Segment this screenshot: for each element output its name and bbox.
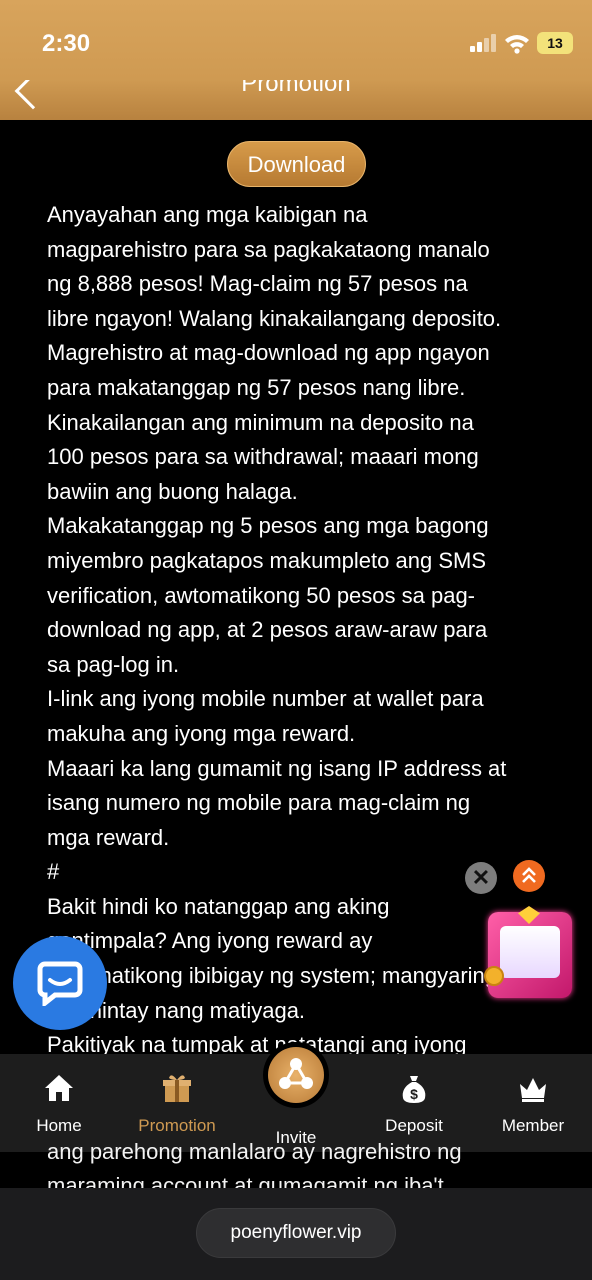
wifi-icon	[505, 35, 529, 54]
nav-member-label: Member	[501, 1116, 565, 1135]
signal-icon	[470, 34, 496, 52]
nav-invite[interactable]	[263, 1042, 329, 1108]
nav-promotion-label: Promotion	[138, 1116, 216, 1135]
crown-icon	[520, 1078, 546, 1102]
status-time: 2:30	[42, 30, 91, 57]
status-bar: 2:30 13	[0, 0, 592, 80]
home-icon	[45, 1075, 73, 1101]
promotion-content[interactable]: Download Anyayahan ang mga kaibigan na m…	[0, 120, 592, 1188]
battery-icon: 13	[537, 32, 573, 54]
scroll-top-icon[interactable]	[513, 860, 545, 892]
treasure-chest-icon[interactable]	[484, 906, 572, 998]
svg-text:$: $	[410, 1086, 418, 1102]
invite-icon	[279, 1058, 313, 1089]
nav-home-label: Home	[36, 1116, 82, 1135]
browser-toolbar: poenyflower.vip	[0, 1188, 592, 1280]
close-icon[interactable]: ✕	[465, 862, 497, 894]
chat-support-icon[interactable]	[13, 936, 107, 1030]
url-bar[interactable]: poenyflower.vip	[196, 1208, 396, 1258]
app-header: Promotion	[0, 80, 592, 120]
gift-icon	[163, 1075, 191, 1102]
money-bag-icon: $	[402, 1076, 426, 1103]
page-title: Promotion	[241, 80, 351, 97]
nav-deposit-label: Deposit	[385, 1116, 443, 1135]
promotion-description: Anyayahan ang mga kaibigan na magparehis…	[47, 202, 507, 1058]
download-button[interactable]: Download	[227, 141, 366, 187]
